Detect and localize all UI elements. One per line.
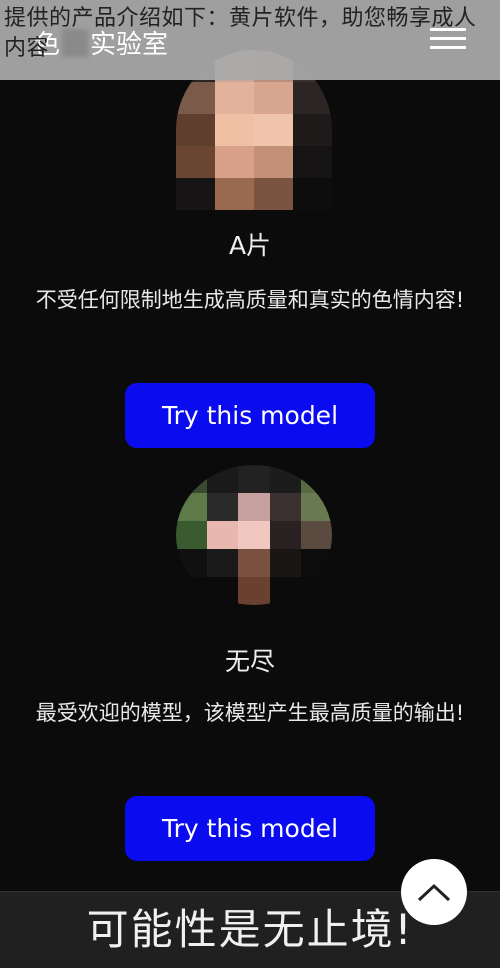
model-name: 无尽 <box>224 647 275 676</box>
mosaic-tile <box>176 521 208 549</box>
mosaic-tile <box>300 465 332 493</box>
mosaic-tile <box>176 178 215 210</box>
mosaic-tile <box>238 493 270 521</box>
mosaic-tile <box>238 521 270 549</box>
mosaic-tile <box>207 549 239 577</box>
model-description: 不受任何限制地生成高质量和真实的色情内容! <box>35 288 465 312</box>
try-model-button[interactable]: Try this model <box>125 383 375 448</box>
mosaic-tile <box>176 493 208 521</box>
mosaic-tile <box>300 521 332 549</box>
mosaic-tile <box>176 146 215 178</box>
mosaic-tile <box>238 549 270 577</box>
mosaic-tile <box>293 146 332 178</box>
mosaic-tile <box>215 178 254 210</box>
caption-text: 提供的产品介绍如下：黄片软件，助您畅享成人内容 <box>4 6 477 61</box>
mosaic-tile <box>176 465 208 493</box>
mosaic-tile <box>176 82 215 114</box>
chevron-up-icon <box>417 883 451 902</box>
mosaic-tile <box>176 114 215 146</box>
mosaic-tile <box>254 82 293 114</box>
mosaic-tile <box>215 82 254 114</box>
mosaic-tile <box>300 549 332 577</box>
model-name: A片 <box>228 231 272 260</box>
mosaic-tile <box>293 82 332 114</box>
model-avatar-pixelated <box>176 465 332 605</box>
scroll-to-top-button[interactable] <box>401 859 467 925</box>
mosaic-tile <box>207 493 239 521</box>
mosaic-tile <box>176 549 208 577</box>
mosaic-tile <box>300 577 332 605</box>
mosaic-tile <box>254 178 293 210</box>
mosaic-tile <box>269 549 301 577</box>
mosaic-tile <box>293 178 332 210</box>
mosaic-tile <box>269 493 301 521</box>
mosaic-tile <box>300 493 332 521</box>
model-description: 最受欢迎的模型，该模型产生最高质量的输出! <box>35 701 465 725</box>
mosaic-tile <box>293 114 332 146</box>
mosaic-tile <box>215 146 254 178</box>
mosaic-tile <box>238 465 270 493</box>
mosaic-tile <box>269 577 301 605</box>
mosaic-tile <box>176 577 208 605</box>
mosaic-tile <box>254 114 293 146</box>
mosaic-tile <box>254 146 293 178</box>
mosaic-tile <box>269 465 301 493</box>
mosaic-tile <box>207 577 239 605</box>
mosaic-tile <box>269 521 301 549</box>
mosaic-tile <box>207 521 239 549</box>
mosaic-tile <box>207 465 239 493</box>
try-model-button[interactable]: Try this model <box>125 796 375 861</box>
mosaic-tile <box>215 114 254 146</box>
mosaic-tile <box>238 577 270 605</box>
